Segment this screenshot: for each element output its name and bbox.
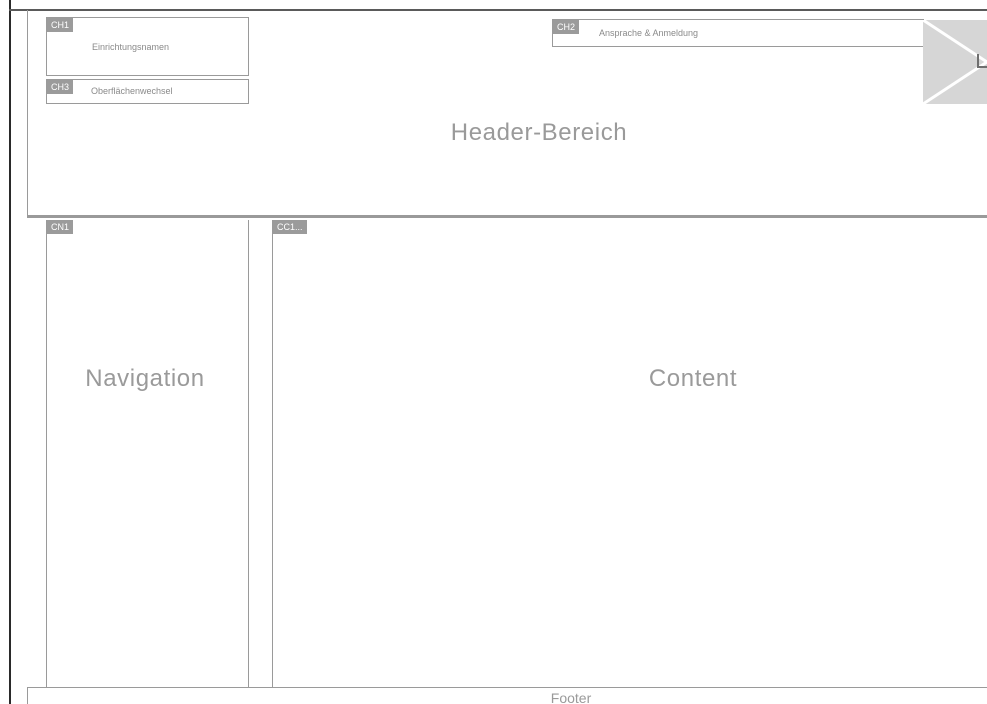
ch1-tag: CH1 — [47, 18, 74, 32]
ch2-box: CH2 Ansprache & Anmeldung — [552, 19, 924, 47]
content-area: CC1... Content — [272, 220, 987, 687]
ch3-label: Oberflächenwechsel — [91, 86, 173, 96]
header-title: Header-Bereich — [450, 119, 628, 146]
navigation-area: CN1 Navigation — [46, 220, 249, 687]
ch2-tag: CH2 — [553, 20, 580, 34]
cc1-tag: CC1... — [273, 220, 307, 234]
logo-placeholder-icon — [923, 20, 987, 104]
left-page-edge — [9, 0, 11, 704]
footer-area: Footer — [27, 687, 987, 704]
cn1-tag: CN1 — [47, 220, 74, 234]
ch2-label: Ansprache & Anmeldung — [599, 28, 699, 38]
ch3-tag: CH3 — [47, 80, 74, 94]
ch1-label: Einrichtungsnamen — [92, 42, 170, 52]
ch1-box: CH1 Einrichtungsnamen — [46, 17, 249, 76]
navigation-label: Navigation — [85, 365, 205, 392]
ch3-box: CH3 Oberflächenwechsel — [46, 79, 249, 104]
content-label: Content — [648, 365, 738, 392]
layout-wireframe: CH1 Einrichtungsnamen CH3 Oberflächenwec… — [0, 0, 987, 704]
footer-label: Footer — [550, 690, 592, 704]
